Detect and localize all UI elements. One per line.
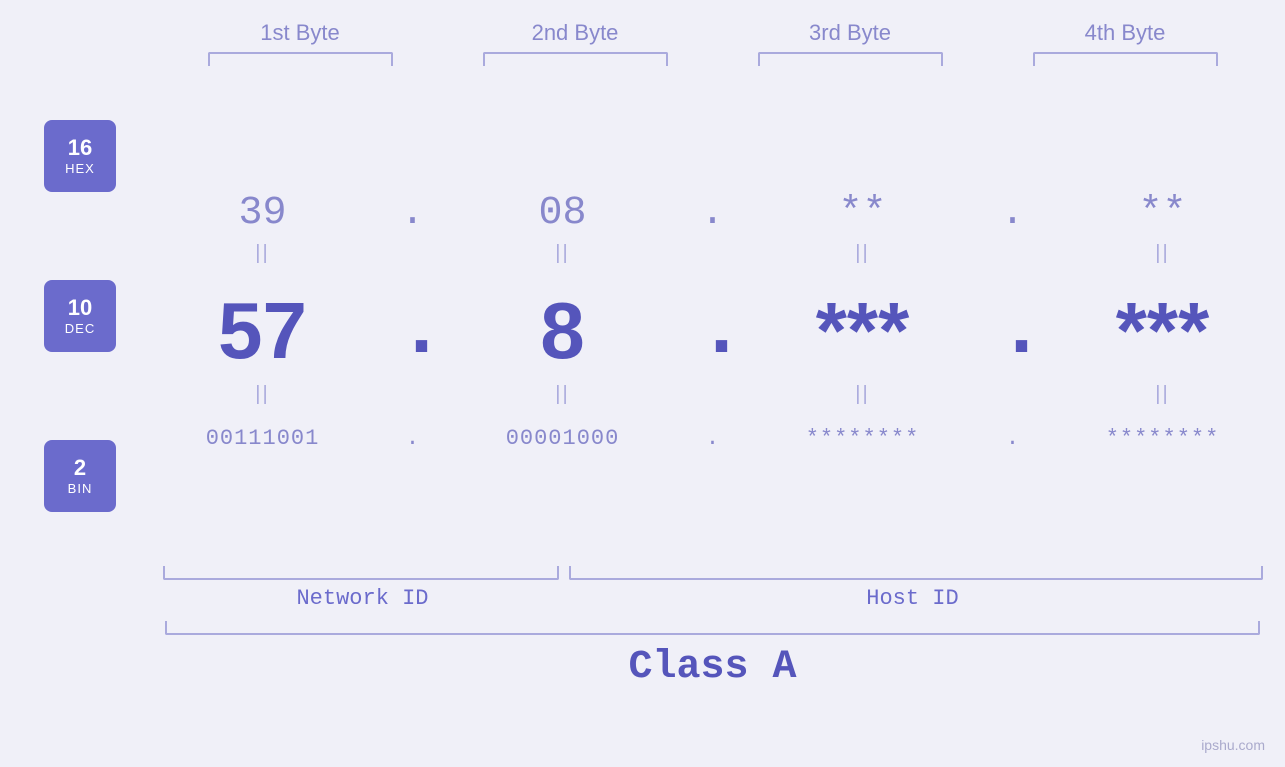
hex-b4: ** bbox=[1053, 191, 1273, 236]
hex-dot-3: . bbox=[998, 191, 1028, 236]
byte4-header: 4th Byte bbox=[1015, 20, 1235, 46]
eq-6: || bbox=[453, 383, 673, 406]
main-content: 16 HEX 10 DEC 2 BIN 39 . 08 bbox=[0, 76, 1285, 556]
eq-8: || bbox=[1053, 383, 1273, 406]
dec-badge: 10 DEC bbox=[44, 280, 116, 352]
main-container: 1st Byte 2nd Byte 3rd Byte 4th Byte 16 H… bbox=[0, 0, 1285, 767]
dec-b2: 8 bbox=[453, 285, 673, 377]
eq-5: || bbox=[153, 383, 373, 406]
dec-values-row: 57 . 8 . *** . *** bbox=[140, 285, 1285, 377]
dec-b3: *** bbox=[753, 285, 973, 377]
eq-1: || bbox=[153, 242, 373, 265]
eq-3: || bbox=[753, 242, 973, 265]
byte3-header: 3rd Byte bbox=[740, 20, 960, 46]
bracket-2 bbox=[483, 52, 668, 66]
hex-values-row: 39 . 08 . ** . ** bbox=[140, 191, 1285, 236]
network-bracket bbox=[163, 566, 559, 580]
top-brackets bbox=[163, 52, 1263, 66]
bracket-4 bbox=[1033, 52, 1218, 66]
class-label: Class A bbox=[163, 645, 1263, 690]
hex-b3: ** bbox=[753, 191, 973, 236]
bracket-1 bbox=[208, 52, 393, 66]
eq-row-1: || || || || bbox=[140, 242, 1285, 265]
dec-dot-2: . bbox=[698, 286, 728, 377]
hex-dot-1: . bbox=[398, 191, 428, 236]
eq-4: || bbox=[1053, 242, 1273, 265]
bin-b3: ******** bbox=[753, 426, 973, 451]
id-labels: Network ID Host ID bbox=[163, 586, 1263, 611]
bin-b1: 00111001 bbox=[153, 426, 373, 451]
dec-dot-3: . bbox=[998, 286, 1028, 377]
dec-dot-1: . bbox=[398, 286, 428, 377]
bin-values-row: 00111001 . 00001000 . ******** . *******… bbox=[140, 426, 1285, 451]
host-bracket bbox=[569, 566, 1263, 580]
hex-badge: 16 HEX bbox=[44, 120, 116, 192]
values-grid: 39 . 08 . ** . ** || || bbox=[140, 181, 1285, 451]
hex-b1: 39 bbox=[153, 191, 373, 236]
dec-badge-num: 10 bbox=[68, 296, 92, 320]
byte1-header: 1st Byte bbox=[190, 20, 410, 46]
eq-2: || bbox=[453, 242, 673, 265]
bin-badge: 2 BIN bbox=[44, 440, 116, 512]
network-id-label: Network ID bbox=[163, 586, 563, 611]
bin-b2: 00001000 bbox=[453, 426, 673, 451]
eq-row-2: || || || || bbox=[140, 383, 1285, 406]
bracket-3 bbox=[758, 52, 943, 66]
bin-badge-num: 2 bbox=[74, 456, 86, 480]
dec-b4: *** bbox=[1053, 285, 1273, 377]
hex-b2: 08 bbox=[453, 191, 673, 236]
watermark: ipshu.com bbox=[1201, 737, 1265, 753]
bottom-brackets bbox=[163, 566, 1263, 580]
hex-dot-2: . bbox=[698, 191, 728, 236]
full-bottom-bracket bbox=[165, 621, 1260, 635]
bin-dot-2: . bbox=[698, 426, 728, 451]
bin-dot-3: . bbox=[998, 426, 1028, 451]
hex-badge-num: 16 bbox=[68, 136, 92, 160]
hex-badge-label: HEX bbox=[65, 161, 95, 176]
eq-7: || bbox=[753, 383, 973, 406]
bin-badge-label: BIN bbox=[68, 481, 93, 496]
byte2-header: 2nd Byte bbox=[465, 20, 685, 46]
badges-column: 16 HEX 10 DEC 2 BIN bbox=[0, 76, 140, 556]
bin-dot-1: . bbox=[398, 426, 428, 451]
host-id-label: Host ID bbox=[563, 586, 1263, 611]
bin-b4: ******** bbox=[1053, 426, 1273, 451]
dec-badge-label: DEC bbox=[65, 321, 95, 336]
dec-b1: 57 bbox=[153, 285, 373, 377]
byte-headers: 1st Byte 2nd Byte 3rd Byte 4th Byte bbox=[163, 0, 1263, 46]
